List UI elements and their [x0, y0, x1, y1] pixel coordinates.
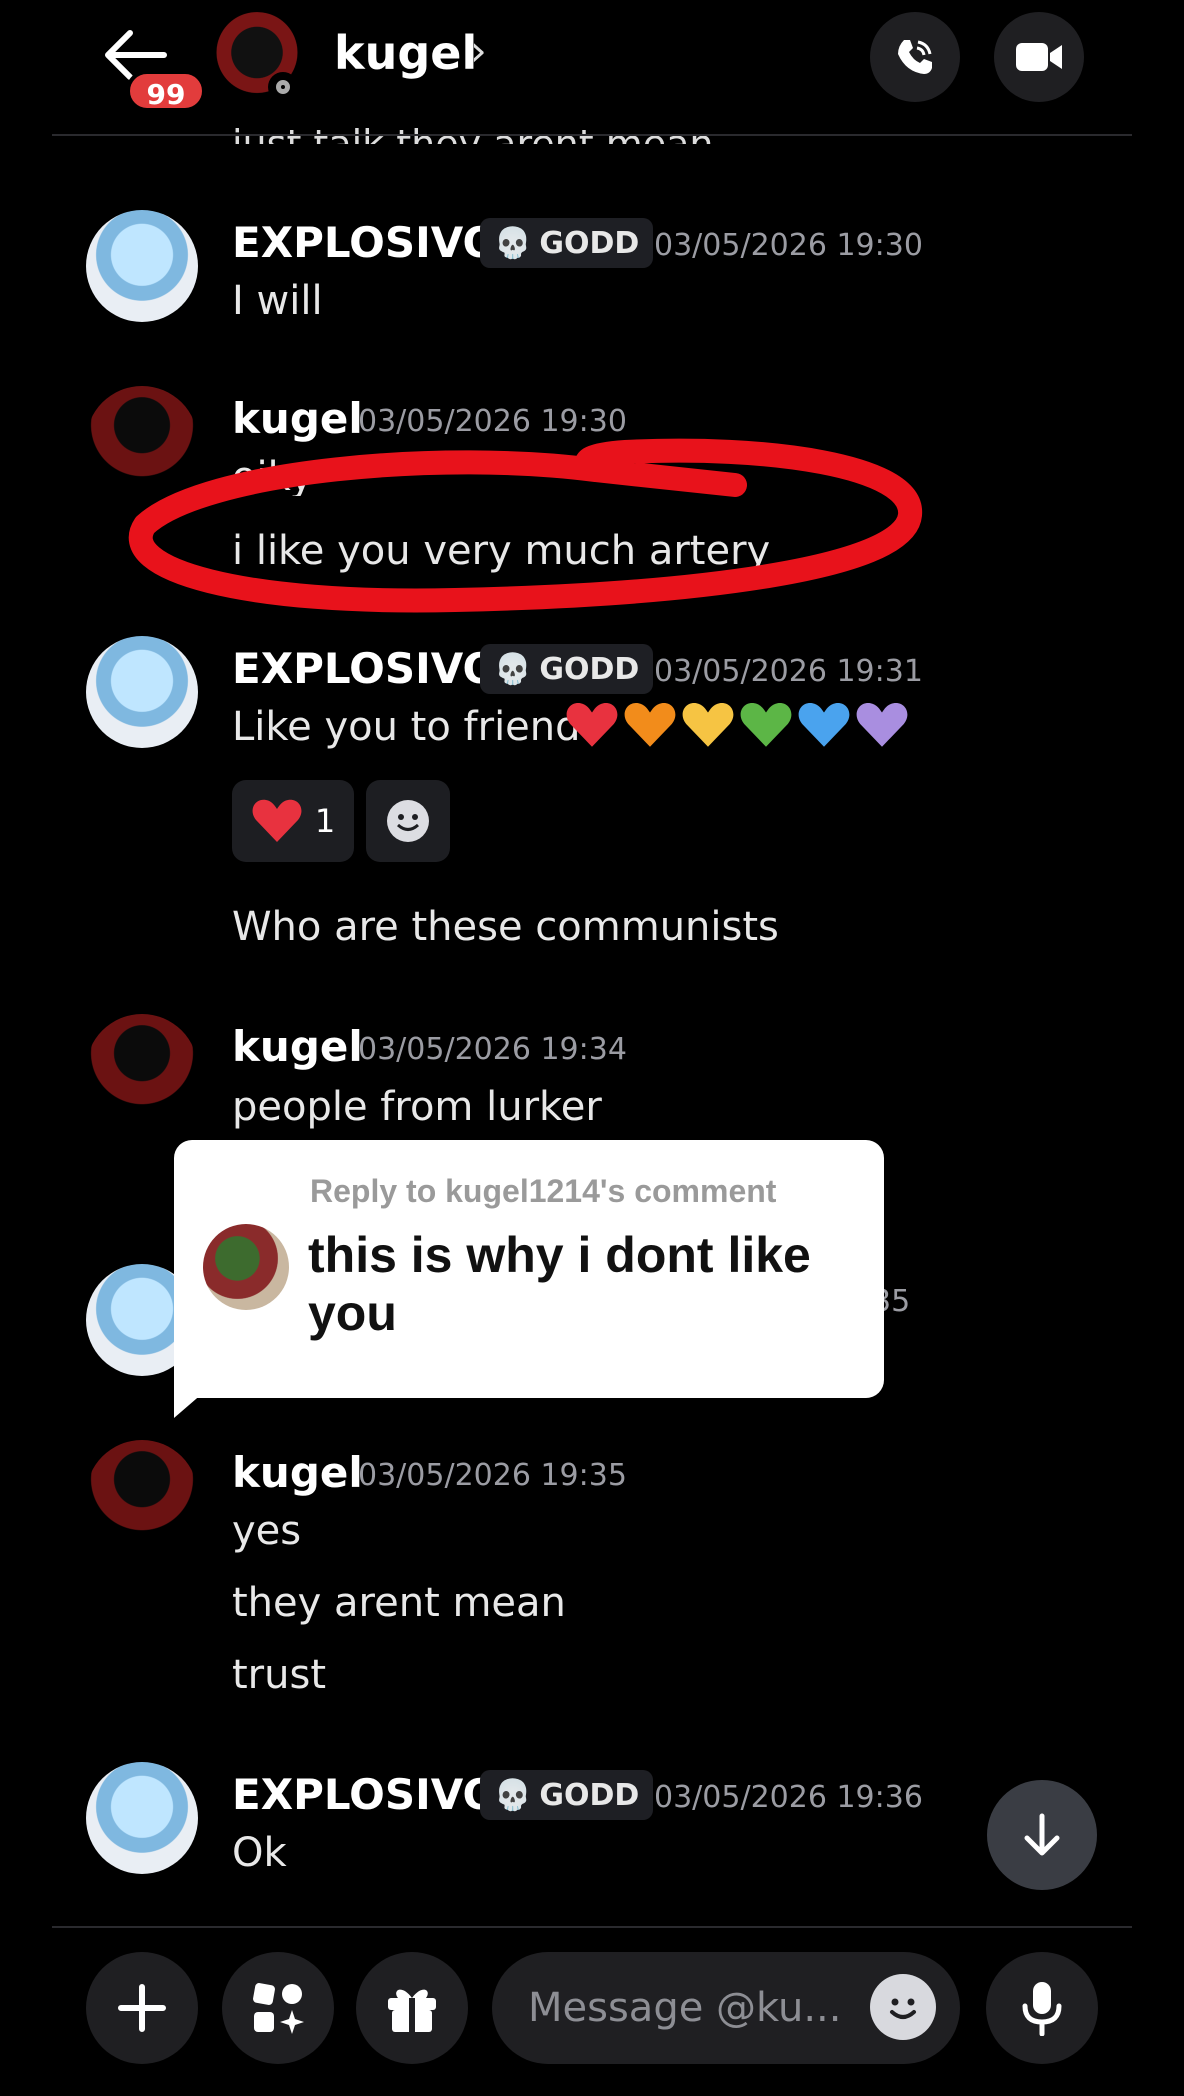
smiley-icon [387, 800, 429, 842]
message-input-placeholder: Message @ku... [528, 1985, 842, 2031]
heart-emoji-icon [798, 702, 850, 747]
smiley-icon [890, 1998, 916, 2019]
heart-emoji-icon [740, 702, 792, 747]
message-author[interactable]: kugel [232, 1448, 363, 1497]
message-text[interactable]: Ok [232, 1830, 287, 1876]
message-text[interactable]: I will [232, 278, 323, 324]
kugel-avatar[interactable] [86, 1014, 198, 1126]
microphone-icon [1022, 1982, 1062, 2036]
server-tag-label: GODD [539, 651, 640, 687]
add-attachment-button[interactable] [86, 1952, 198, 2064]
composer-divider [52, 1926, 1132, 1928]
skull-icon: 💀 [494, 651, 532, 687]
message-timestamp: 03/05/2026 19:31 [654, 654, 923, 689]
reply-card-tail [174, 1380, 218, 1418]
heart-reaction[interactable]: 1 [232, 780, 354, 862]
reply-text: this is why i dont like you [308, 1227, 811, 1341]
message-author[interactable]: EXPLOSIVO [232, 644, 498, 693]
arrow-down-icon [1024, 1813, 1060, 1856]
message-text[interactable]: Like you to friend [232, 704, 581, 750]
header-divider [52, 134, 1132, 136]
message-text[interactable]: Who are these communists [232, 904, 779, 950]
message-text[interactable]: people from lurker [232, 1084, 602, 1130]
server-tag-label: GODD [539, 225, 640, 261]
jump-to-bottom-button[interactable] [987, 1780, 1097, 1890]
emoji-button[interactable] [870, 1974, 936, 2040]
message-text[interactable]: yes [232, 1508, 301, 1554]
chevron-right-icon[interactable]: › [470, 26, 487, 75]
video-camera-icon [1016, 43, 1062, 71]
heart-emoji-icon [624, 702, 676, 747]
message-author[interactable]: EXPLOSIVO [232, 1770, 498, 1819]
voice-call-button[interactable] [870, 12, 960, 102]
voice-message-button[interactable] [986, 1952, 1098, 2064]
message-author[interactable]: EXPLOSIVO [232, 218, 498, 267]
explosivo-avatar[interactable] [86, 1762, 198, 1874]
message-timestamp: 03/05/2026 19:35 [358, 1458, 627, 1493]
server-tag-label: GODD [539, 1777, 640, 1813]
commenter-avatar [203, 1224, 289, 1310]
kugel-avatar[interactable] [86, 1440, 198, 1552]
heart-emoji-icon [682, 702, 734, 747]
gift-button[interactable] [356, 1952, 468, 2064]
unread-badge: 99 [126, 70, 206, 112]
message-timestamp: 03/05/2026 19:36 [654, 1780, 923, 1815]
explosivo-avatar[interactable] [86, 210, 198, 322]
server-tag[interactable]: 💀 GODD [480, 218, 654, 268]
video-call-button[interactable] [994, 12, 1084, 102]
reply-label: Reply to kugel1214's comment [310, 1173, 777, 1209]
dm-title[interactable]: kugel [334, 26, 477, 80]
heart-emoji-row [565, 700, 909, 750]
skull-icon: 💀 [494, 1777, 532, 1813]
explosivo-avatar[interactable] [86, 636, 198, 748]
server-tag[interactable]: 💀 GODD [480, 644, 654, 694]
gift-icon [388, 1989, 436, 2032]
heart-emoji-icon [856, 702, 908, 747]
phone-icon [898, 40, 932, 74]
reaction-count: 1 [314, 802, 336, 840]
message-timestamp: 03/05/2026 19:30 [654, 228, 923, 263]
add-reaction-button[interactable] [366, 780, 450, 862]
plus-icon [118, 1984, 166, 2032]
apps-button[interactable] [222, 1952, 334, 2064]
cut-off-message: just talk they arent mean [232, 122, 714, 144]
message-timestamp: 03/05/2026 19:34 [358, 1032, 627, 1067]
red-heart-icon [252, 799, 302, 842]
skull-icon: 💀 [494, 225, 532, 261]
offline-status-icon [268, 72, 298, 102]
message-text[interactable]: they arent mean [232, 1580, 566, 1626]
apps-icon [253, 1983, 304, 2034]
server-tag[interactable]: 💀 GODD [480, 1770, 654, 1820]
message-text[interactable]: trust [232, 1652, 326, 1698]
message-author[interactable]: kugel [232, 1022, 363, 1071]
red-circle-annotation [128, 438, 922, 613]
heart-emoji-icon [566, 702, 618, 747]
